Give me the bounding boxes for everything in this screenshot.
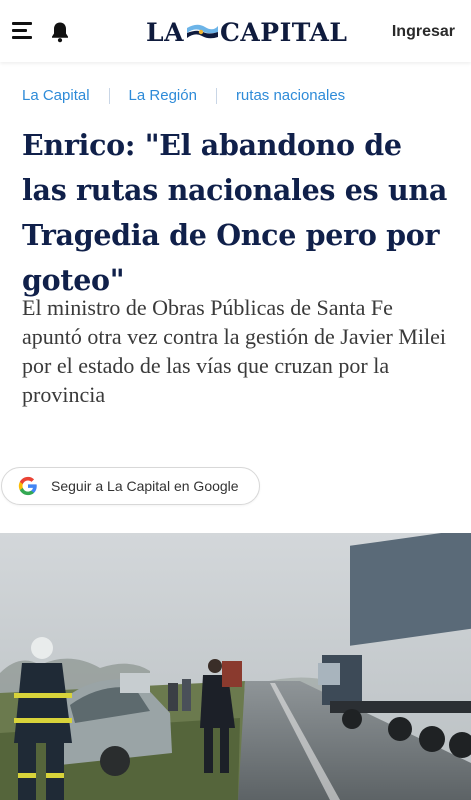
- argentine-flag-icon: [186, 24, 218, 39]
- login-link[interactable]: Ingresar: [392, 23, 455, 41]
- logo-text-right: CAPITAL: [219, 17, 348, 47]
- breadcrumb-item-la-region[interactable]: La Región: [129, 87, 197, 104]
- hamburger-menu-icon[interactable]: [12, 22, 32, 39]
- follow-button-label: Seguir a La Capital en Google: [51, 478, 239, 494]
- accident-scene-image: [0, 533, 471, 800]
- follow-on-google-button[interactable]: Seguir a La Capital en Google: [1, 467, 260, 505]
- breadcrumb-divider: [108, 87, 110, 104]
- la-capital-logo[interactable]: LA CAPITAL: [146, 17, 347, 47]
- article-subtitle: El ministro de Obras Públicas de Santa F…: [22, 295, 446, 407]
- breadcrumb-item-la-capital[interactable]: La Capital: [22, 87, 90, 104]
- article-hero-photo: [0, 533, 471, 800]
- bell-icon[interactable]: [50, 21, 70, 43]
- breadcrumb-divider: [215, 87, 217, 104]
- breadcrumb-item-rutas-nacionales[interactable]: rutas nacionales: [236, 87, 345, 104]
- article-headline: Enrico: "El abandono de las rutas nacion…: [22, 128, 447, 297]
- top-navigation-bar: LA CAPITAL Ingresar: [0, 0, 471, 62]
- breadcrumb: La Capital La Región rutas nacionales: [22, 87, 345, 104]
- google-g-icon: [18, 476, 37, 496]
- logo-text-left: LA: [146, 17, 184, 47]
